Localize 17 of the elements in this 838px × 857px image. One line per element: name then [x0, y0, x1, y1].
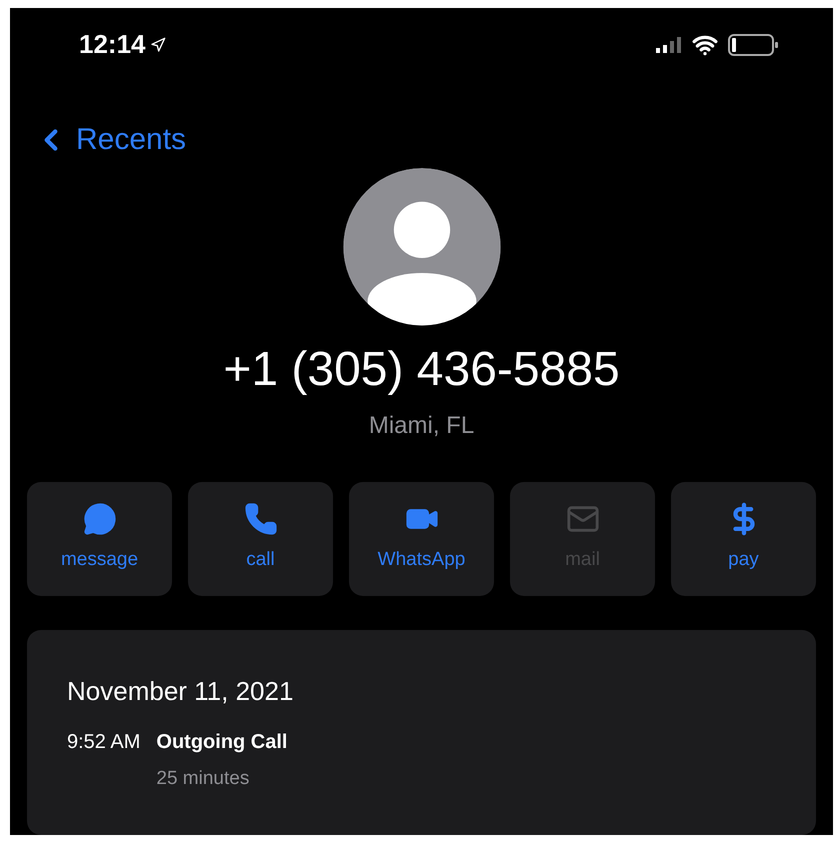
location-arrow-icon — [150, 36, 166, 52]
phone-number: +1 (305) 436-5885 — [223, 346, 620, 394]
clock-time: 12:14 — [79, 28, 146, 61]
action-button[interactable]: message — [27, 482, 172, 596]
call-duration: 25 minutes — [156, 766, 250, 790]
call-type: Outgoing Call — [156, 730, 288, 754]
action-button[interactable]: WhatsApp — [349, 482, 494, 596]
signal-icon — [656, 36, 682, 52]
call-time: 9:52 AM — [67, 730, 140, 754]
call-date: November 11, 2021 — [67, 674, 294, 708]
action-button[interactable]: pay — [671, 482, 816, 596]
phone-icon — [244, 502, 278, 536]
back-button[interactable]: Recents — [34, 117, 186, 162]
speech-bubble-icon — [82, 502, 116, 536]
action-button[interactable]: call — [188, 482, 333, 596]
location-text: Miami, FL — [368, 410, 474, 440]
battery-icon — [728, 34, 780, 56]
